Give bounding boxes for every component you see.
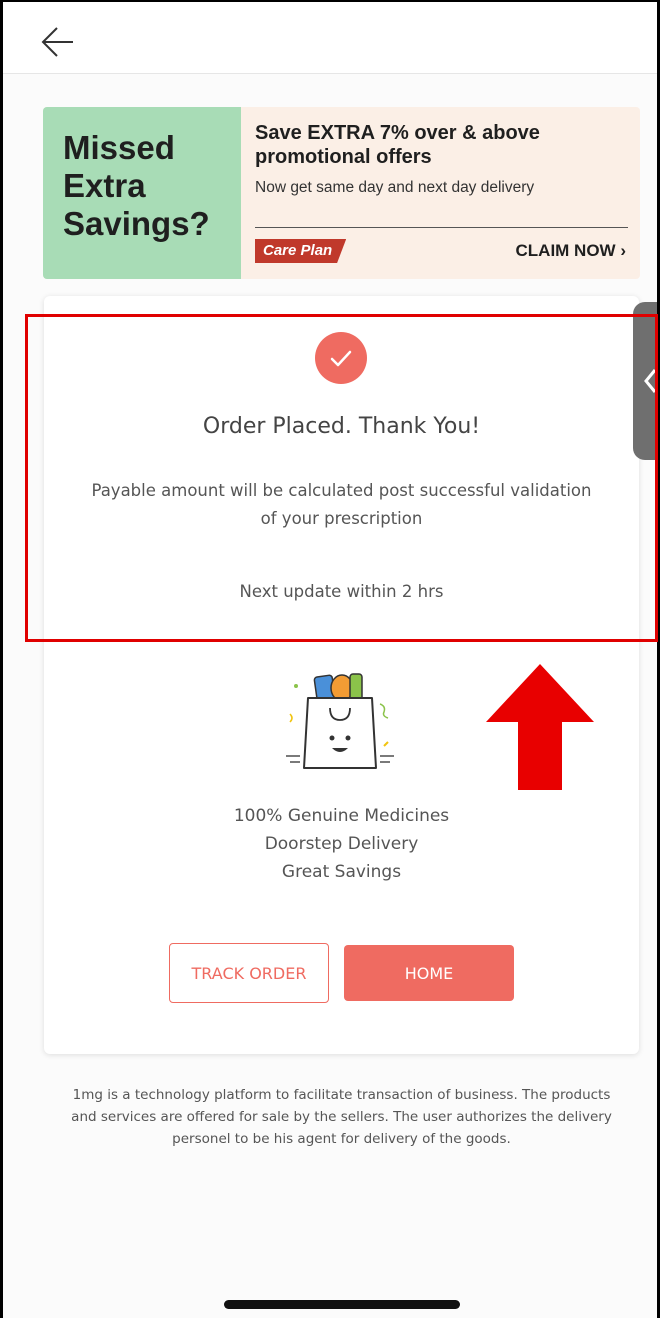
annotation-highlight-box xyxy=(25,314,658,642)
benefit-genuine: 100% Genuine Medicines xyxy=(233,806,450,826)
top-bar xyxy=(3,2,657,74)
benefit-doorstep: Doorstep Delivery xyxy=(264,834,419,854)
shopping-bag-icon xyxy=(286,673,394,769)
arrow-left-icon xyxy=(41,27,73,57)
banner-headline-panel: Missed Extra Savings? xyxy=(43,107,241,279)
red-up-arrow xyxy=(486,664,594,790)
legal-disclaimer: 1mg is a technology platform to facilita… xyxy=(71,1087,612,1147)
banner-subtext: Now get same day and next day delivery xyxy=(255,179,535,196)
home-indicator[interactable] xyxy=(224,1300,460,1309)
care-plan-badge: Care Plan xyxy=(255,239,347,263)
banner-headline: Missed Extra Savings? xyxy=(63,129,210,242)
home-button[interactable]: HOME xyxy=(344,945,514,1001)
banner-offer-text: Save EXTRA 7% over & above promotional o… xyxy=(255,122,540,168)
claim-now-link[interactable]: CLAIM NOW › xyxy=(516,241,626,261)
back-button[interactable] xyxy=(39,22,83,62)
banner-divider xyxy=(255,227,628,228)
track-order-button[interactable]: TRACK ORDER xyxy=(169,943,329,1003)
banner-offer-panel: Save EXTRA 7% over & above promotional o… xyxy=(241,107,640,279)
benefit-savings: Great Savings xyxy=(281,862,402,882)
care-plan-banner[interactable]: Missed Extra Savings? Save EXTRA 7% over… xyxy=(43,107,640,279)
benefits-list: 100% Genuine Medicines Doorstep Delivery… xyxy=(44,802,639,886)
